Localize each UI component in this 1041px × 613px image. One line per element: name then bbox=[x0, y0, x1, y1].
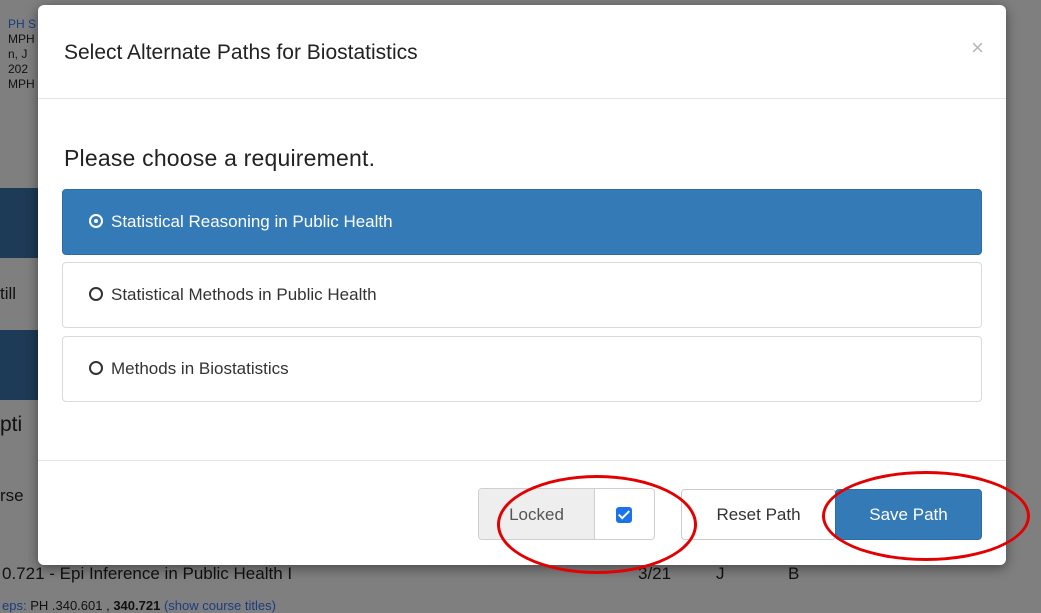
bg-text-fragment: MPH bbox=[8, 32, 35, 46]
option-label: Statistical Methods in Public Health bbox=[111, 285, 377, 304]
bg-course-col: B bbox=[788, 564, 800, 583]
bg-course-col: J bbox=[716, 564, 725, 583]
bg-header-band bbox=[0, 188, 40, 258]
bg-text-fragment: MPH bbox=[8, 77, 35, 91]
bg-header-band bbox=[0, 330, 40, 400]
requirement-option-statistical-reasoning[interactable]: Statistical Reasoning in Public Health bbox=[62, 189, 982, 255]
radio-selected-icon[interactable] bbox=[89, 214, 103, 228]
save-path-button[interactable]: Save Path bbox=[835, 489, 982, 540]
bg-text-fragment: rse bbox=[0, 486, 24, 505]
close-icon[interactable]: × bbox=[971, 35, 984, 61]
requirement-option-methods-biostatistics[interactable]: Methods in Biostatistics bbox=[62, 336, 982, 402]
radio-icon[interactable] bbox=[89, 361, 103, 375]
alternate-paths-modal: Select Alternate Paths for Biostatistics… bbox=[38, 5, 1006, 565]
radio-icon[interactable] bbox=[89, 287, 103, 301]
bg-course-row: 0.721 - Epi Inference in Public Health I bbox=[2, 564, 293, 583]
requirement-heading: Please choose a requirement. bbox=[64, 145, 376, 171]
bg-course-col: 3/21 bbox=[638, 564, 672, 583]
option-label: Methods in Biostatistics bbox=[111, 359, 289, 378]
reset-path-button[interactable]: Reset Path bbox=[681, 489, 836, 540]
requirement-option-statistical-methods[interactable]: Statistical Methods in Public Health bbox=[62, 262, 982, 328]
bg-text-fragment: 202 bbox=[8, 62, 29, 76]
locked-label: Locked bbox=[479, 489, 595, 539]
bg-link-fragment: PH S bbox=[8, 17, 37, 31]
option-label: Statistical Reasoning in Public Health bbox=[111, 212, 393, 231]
modal-header: Select Alternate Paths for Biostatistics… bbox=[38, 5, 1006, 99]
bg-text-fragment: pti bbox=[0, 413, 23, 436]
locked-input-group: Locked bbox=[478, 488, 655, 540]
bg-text-fragment: till bbox=[0, 284, 17, 303]
bg-text-fragment: n, J bbox=[8, 47, 28, 61]
locked-checkbox[interactable] bbox=[616, 507, 632, 523]
modal-title: Select Alternate Paths for Biostatistics bbox=[64, 41, 418, 64]
modal-footer: Locked Reset Path Save Path bbox=[38, 460, 1006, 566]
